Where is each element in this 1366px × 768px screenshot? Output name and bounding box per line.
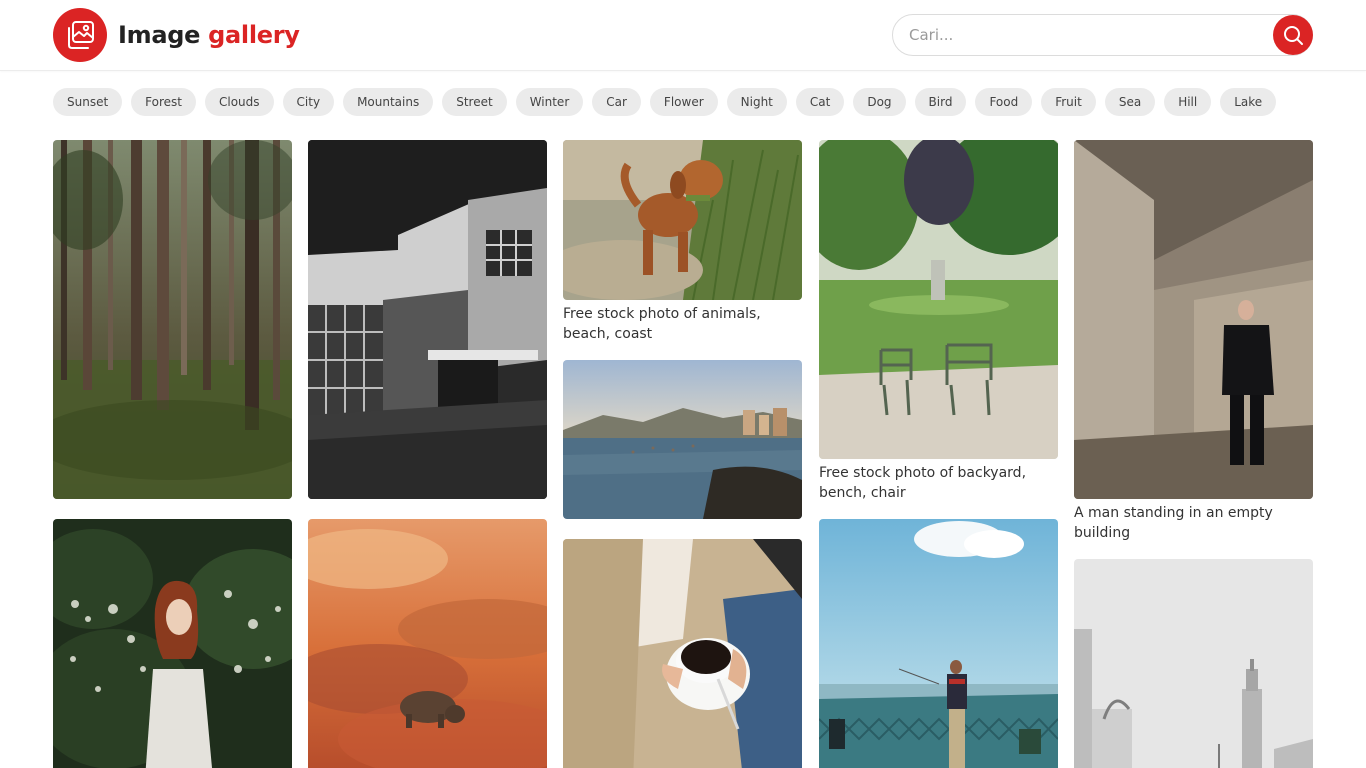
caption-dog: Free stock photo of animals, beach, coas… <box>563 306 761 342</box>
brand-part-image: Image <box>118 21 201 49</box>
photo-coffee[interactable] <box>563 539 802 768</box>
gallery-icon[interactable] <box>53 8 107 62</box>
gallery-item-coffee[interactable] <box>563 539 802 768</box>
tag-street[interactable]: Street <box>442 88 507 116</box>
search-input[interactable] <box>909 15 1269 55</box>
tag-city[interactable]: City <box>282 88 335 116</box>
caption-park: Free stock photo of backyard, bench, cha… <box>819 465 1027 501</box>
caption-man: A man standing in an empty building <box>1074 505 1273 541</box>
tag-bar: Sunset Forest Clouds City Mountains Street Win… <box>53 88 1323 118</box>
gallery-item-fisherman[interactable] <box>819 519 1058 768</box>
photo-bear[interactable] <box>308 519 547 768</box>
tag-bird[interactable]: Bird <box>914 88 967 116</box>
photo-mosque[interactable] <box>1074 559 1313 768</box>
header: Image gallery <box>0 0 1366 71</box>
brand-part-gallery: gallery <box>208 21 300 49</box>
gallery-item-bear[interactable] <box>308 519 547 768</box>
brand-title[interactable]: Image gallery <box>118 18 300 52</box>
tag-food[interactable]: Food <box>975 88 1033 116</box>
search-icon <box>1282 24 1304 46</box>
tag-clouds[interactable]: Clouds <box>205 88 274 116</box>
tag-forest[interactable]: Forest <box>131 88 196 116</box>
tag-sunset[interactable]: Sunset <box>53 88 123 116</box>
gallery-item-park[interactable]: Free stock photo of backyard, bench, cha… <box>819 140 1058 504</box>
tag-sea[interactable]: Sea <box>1104 88 1156 116</box>
gallery-item-forest[interactable] <box>53 140 292 499</box>
photo-forest[interactable] <box>53 140 292 499</box>
tag-lake[interactable]: Lake <box>1220 88 1277 116</box>
gallery-item-building-bw[interactable] <box>308 140 547 499</box>
gallery-item-mosque[interactable] <box>1074 559 1313 768</box>
photo-beach[interactable] <box>563 360 802 519</box>
gallery-item-man[interactable]: A man standing in an empty building <box>1074 140 1313 544</box>
gallery-item-beach[interactable] <box>563 360 802 519</box>
tag-fruit[interactable]: Fruit <box>1041 88 1096 116</box>
search-button[interactable] <box>1273 15 1313 55</box>
tag-dog[interactable]: Dog <box>853 88 906 116</box>
tag-mountains[interactable]: Mountains <box>343 88 434 116</box>
photo-fisherman[interactable] <box>819 519 1058 768</box>
tag-cat[interactable]: Cat <box>795 88 845 116</box>
photo-man[interactable] <box>1074 140 1313 499</box>
photo-dog[interactable] <box>563 140 802 300</box>
photo-park[interactable] <box>819 140 1058 459</box>
gallery-item-woman[interactable] <box>53 519 292 768</box>
tag-flower[interactable]: Flower <box>649 88 718 116</box>
photo-building-bw[interactable] <box>308 140 547 499</box>
tag-night[interactable]: Night <box>726 88 787 116</box>
photo-woman[interactable] <box>53 519 292 768</box>
tag-hill[interactable]: Hill <box>1164 88 1212 116</box>
tag-car[interactable]: Car <box>592 88 641 116</box>
gallery-item-dog[interactable]: Free stock photo of animals, beach, coas… <box>563 140 802 345</box>
search-box <box>892 14 1313 56</box>
tag-winter[interactable]: Winter <box>515 88 584 116</box>
